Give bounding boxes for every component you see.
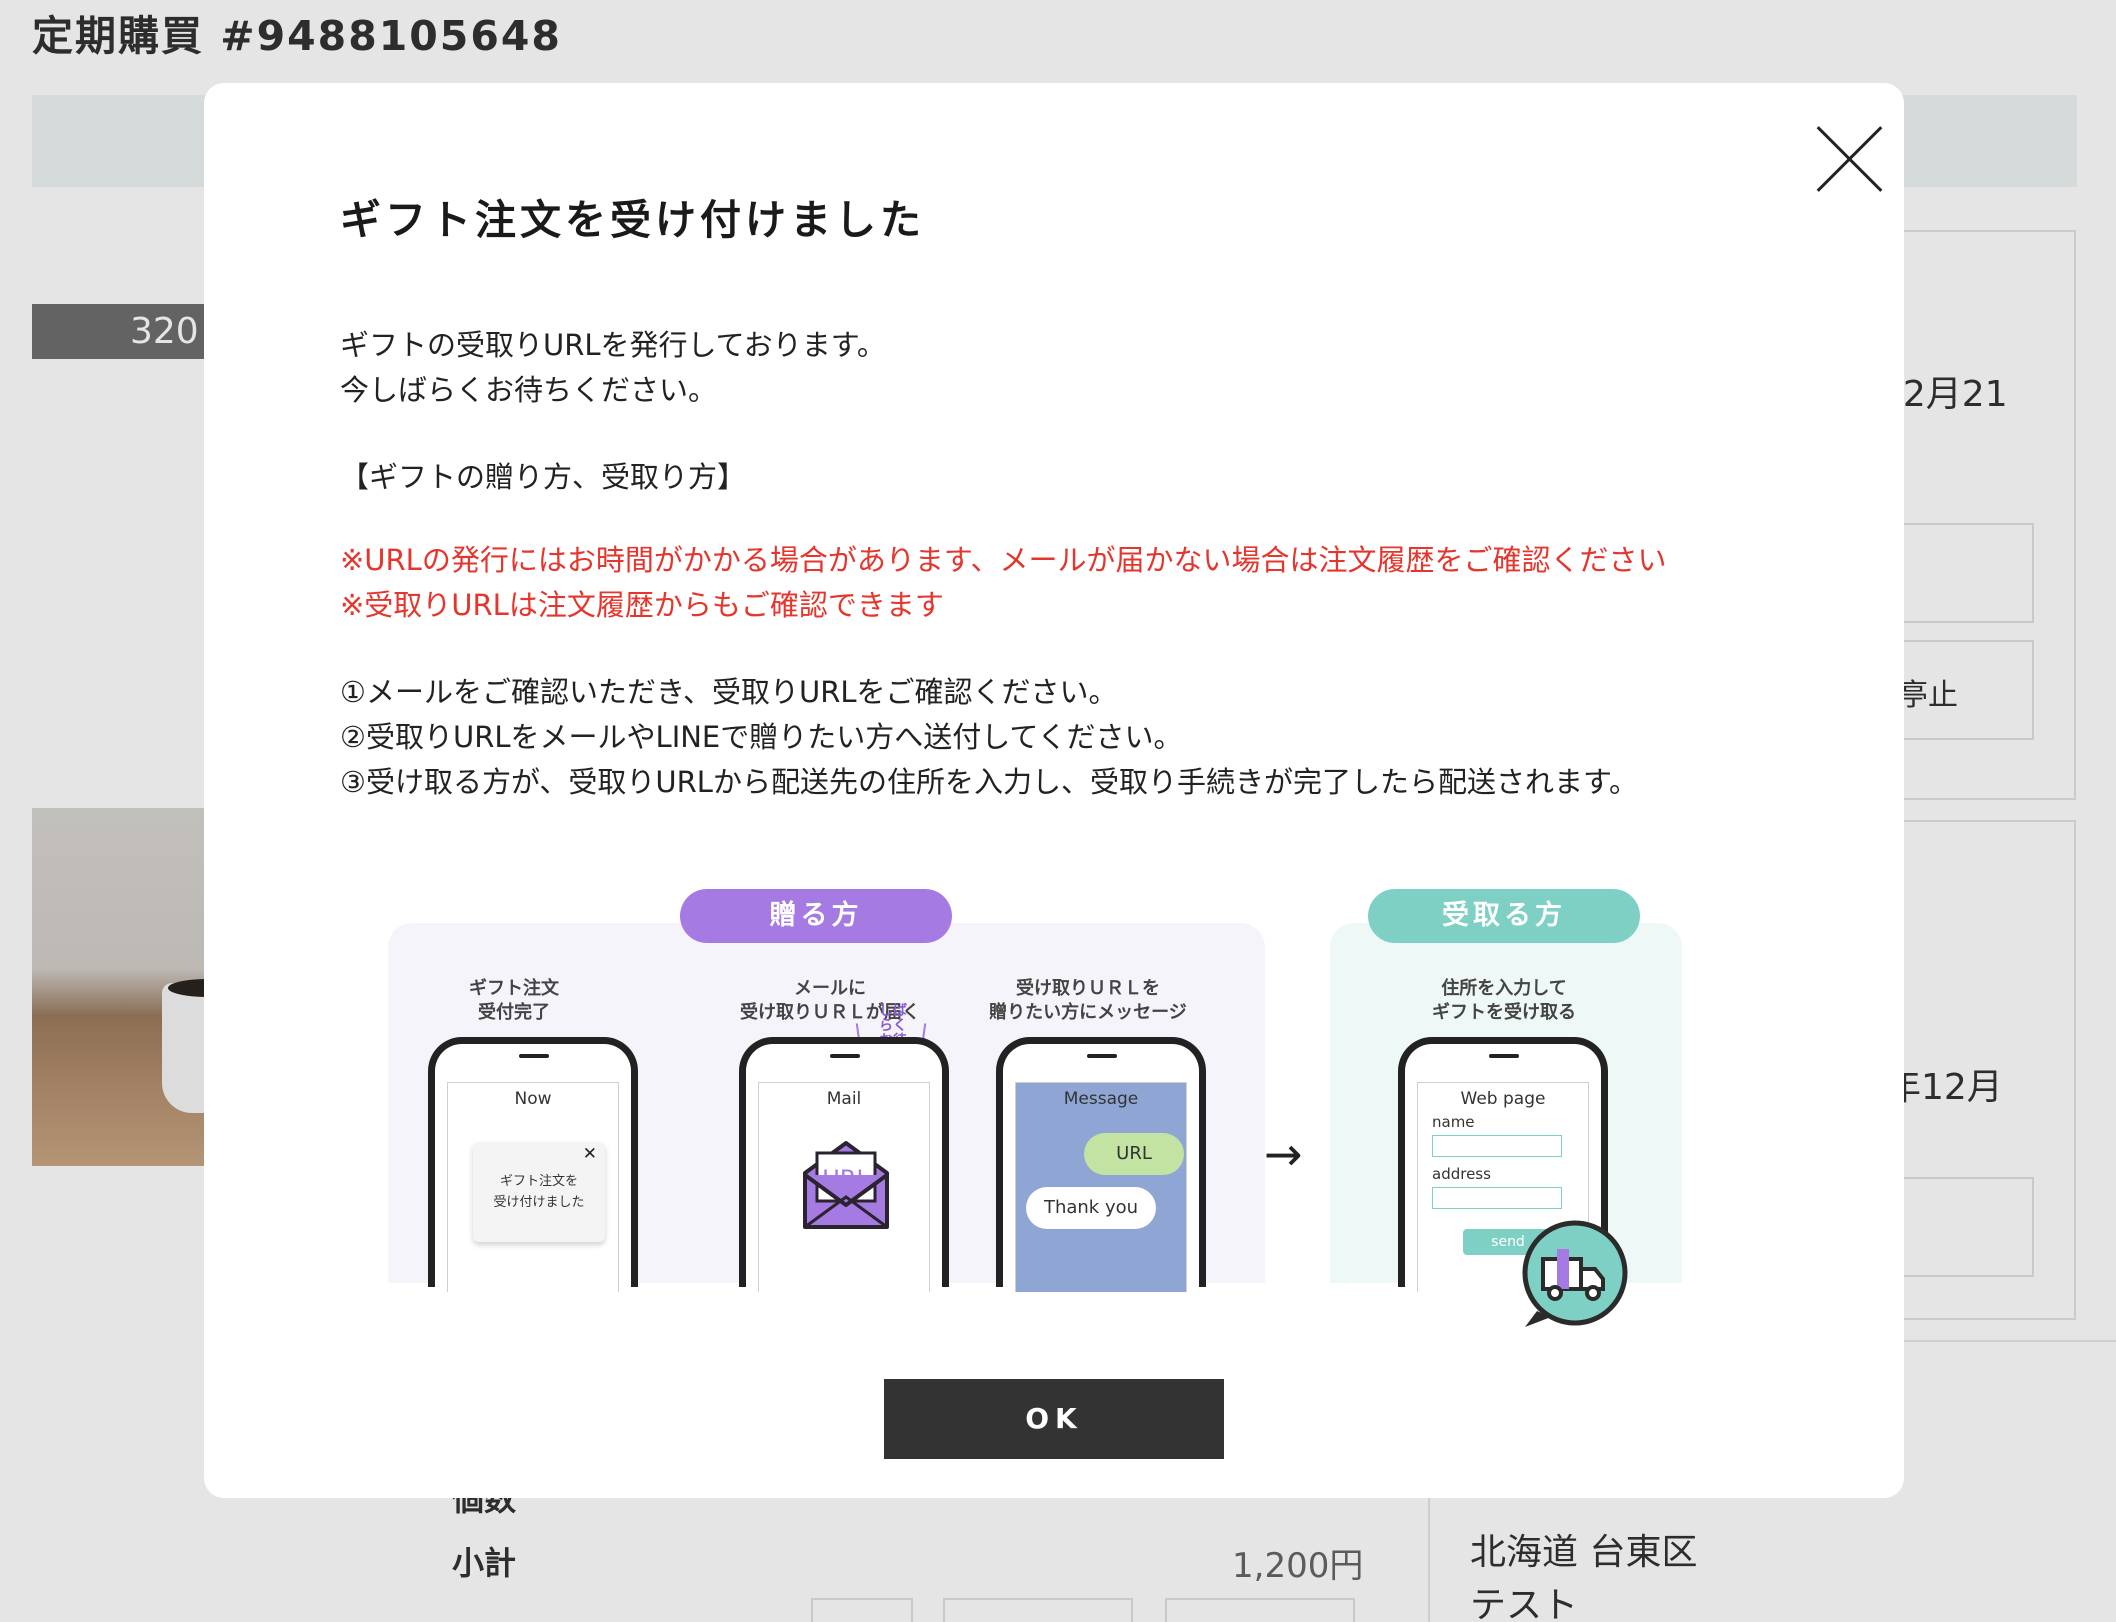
notification-line: 受け付けました	[493, 1195, 585, 1210]
step-2: ②受取りURLをメールやLINEで贈りたい方へ送付してください。	[340, 720, 1183, 754]
notification-card: ✕ ギフト注文を 受け付けました	[473, 1142, 605, 1242]
envelope-icon: URL	[803, 1141, 889, 1229]
intro-line-2: 今しばらくお待ちください。	[340, 373, 718, 407]
phone-message: Message URL Thank you	[996, 1037, 1206, 1292]
receiver-pill: 受取る方	[1368, 889, 1640, 943]
ok-button[interactable]: OK	[884, 1379, 1224, 1459]
thanks-bubble: Thank you	[1026, 1187, 1156, 1229]
arrow-icon: →	[1264, 1127, 1303, 1181]
sender-pill: 贈る方	[680, 889, 952, 943]
caption-receive-gift: 住所を入力して ギフトを受け取る	[1404, 977, 1604, 1025]
caption-line: 受け取りＵＲＬを	[1016, 978, 1160, 999]
caption-line: 住所を入力して	[1441, 978, 1567, 999]
caption-mail-arrives: メールに 受け取りＵＲＬが届く	[720, 977, 940, 1025]
caption-line: ギフト注文	[469, 978, 559, 999]
gift-order-modal: ギフト注文を受け付けました ギフトの受取りURLを発行しております。 今しばらく…	[204, 83, 1904, 1498]
caption-line: 贈りたい方にメッセージ	[989, 1002, 1187, 1023]
screen-label: Mail	[826, 1089, 862, 1109]
caption-order-complete: ギフト注文 受付完了	[414, 977, 614, 1025]
intro-line-1: ギフトの受取りURLを発行しております。	[340, 328, 886, 362]
gift-flow-illustration: 贈る方 受取る方 ギフト注文 受付完了 メールに 受け取りＵＲＬが届く 受け取り…	[384, 889, 1684, 1365]
name-field	[1432, 1135, 1562, 1157]
step-1: ①メールをご確認いただき、受取りURLをご確認ください。	[340, 675, 1118, 709]
phone-screen: Now ✕ ギフト注文を 受け付けました	[447, 1082, 619, 1292]
notification-line: ギフト注文を	[499, 1174, 578, 1189]
steps-list: ①メールをご確認いただき、受取りURLをご確認ください。 ②受取りURLをメール…	[340, 670, 1638, 805]
delivery-truck-icon	[1522, 1220, 1628, 1327]
step-3: ③受け取る方が、受取りURLから配送先の住所を入力し、受取り手続きが完了したら配…	[340, 765, 1639, 799]
phone-mail: Mail URL	[739, 1037, 949, 1292]
caption-line: ギフトを受け取る	[1432, 1002, 1576, 1023]
close-icon[interactable]	[1816, 126, 1882, 192]
address-field	[1432, 1187, 1562, 1209]
caption-line: 受付完了	[478, 1002, 550, 1023]
phone-screen: Mail URL	[758, 1082, 930, 1292]
url-bubble: URL	[1084, 1133, 1184, 1175]
phone-screen: Message URL Thank you	[1015, 1082, 1187, 1292]
notice-line-2: ※受取りURLは注文履歴からもご確認できます	[340, 588, 944, 622]
phone-now: Now ✕ ギフト注文を 受け付けました	[428, 1037, 638, 1292]
modal-title: ギフト注文を受け付けました	[340, 196, 925, 244]
caption-line: 受け取りＵＲＬが届く	[740, 1002, 920, 1023]
address-label: address	[1432, 1165, 1491, 1183]
screen-label: Now	[514, 1089, 552, 1109]
close-icon: ✕	[582, 1144, 597, 1164]
caption-line: メールに	[794, 978, 866, 999]
intro-text: ギフトの受取りURLを発行しております。 今しばらくお待ちください。	[340, 323, 886, 413]
screen-label: Web page	[1460, 1089, 1546, 1109]
name-label: name	[1432, 1113, 1475, 1131]
screen-label: Message	[1063, 1089, 1139, 1109]
notice-line-1: ※URLの発行にはお時間がかかる場合があります、メールが届かない場合は注文履歴を…	[340, 543, 1667, 577]
caption-send-message: 受け取りＵＲＬを 贈りたい方にメッセージ	[972, 977, 1204, 1025]
section-heading: 【ギフトの贈り方、受取り方】	[340, 460, 747, 494]
notice-text: ※URLの発行にはお時間がかかる場合があります、メールが届かない場合は注文履歴を…	[340, 538, 1667, 628]
